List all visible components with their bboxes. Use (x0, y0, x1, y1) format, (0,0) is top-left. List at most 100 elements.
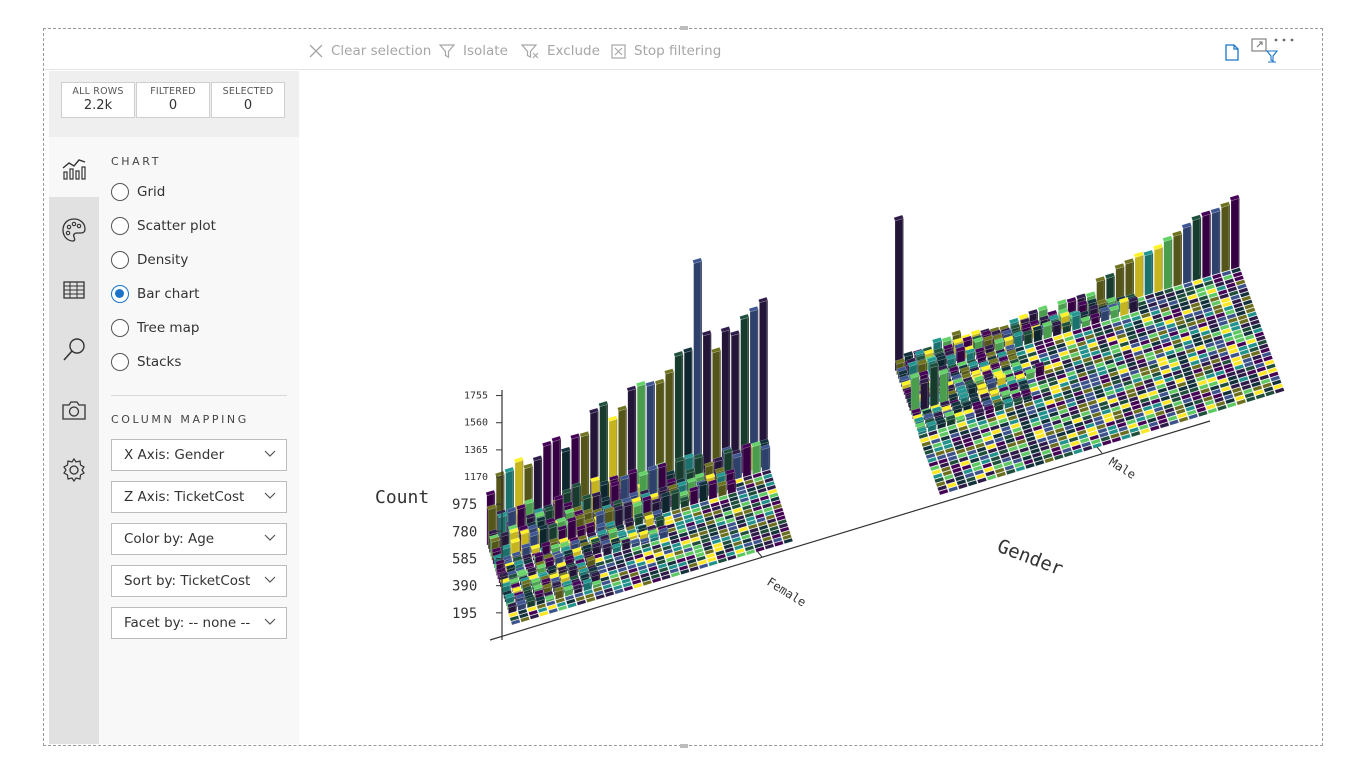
visual-frame: Clear selection Isolate Exclude Stop fil… (43, 26, 1323, 748)
visual-header-icons (1211, 35, 1311, 65)
bar-chart-3d[interactable]: Count Gender Female Male 195 390 585 780 975… (300, 71, 1320, 744)
radio-label: Tree map (137, 320, 200, 336)
close-icon (309, 44, 323, 58)
y-tick-label: 780 (452, 524, 477, 540)
radio-button[interactable] (111, 183, 129, 201)
chart-canvas[interactable]: Count Gender Female Male 195 390 585 780 975… (300, 71, 1320, 744)
y-tick-label: 975 (452, 497, 477, 513)
more-options-icon[interactable] (1273, 36, 1295, 44)
radio-label: Stacks (137, 354, 182, 370)
y-tick-label: 1170 (464, 472, 488, 483)
dropdown-value: Facet by: -- none -- (124, 615, 251, 631)
radio-scatter-plot[interactable]: Scatter plot (111, 215, 216, 237)
male-bar-side (1218, 207, 1221, 273)
selected-label: SELECTED (222, 86, 274, 97)
x-tick (756, 550, 763, 558)
y-tick-label: 1365 (464, 445, 488, 456)
radio-stacks[interactable]: Stacks (111, 351, 181, 373)
female-bar-side (756, 306, 759, 465)
filtered-value: 0 (168, 98, 178, 113)
stop-filtering-button[interactable]: Stop filtering (611, 42, 721, 60)
male-bar-side (1209, 210, 1211, 276)
dropdown-value: Sort by: TicketCost (124, 573, 251, 589)
dropdown-value: Z Axis: TicketCost (124, 489, 245, 505)
filter-indicator-icon[interactable] (1265, 49, 1279, 65)
sidebar-icon-bar (49, 137, 99, 744)
dropdown-value: X Axis: Gender (124, 447, 225, 463)
radio-button[interactable] (111, 251, 129, 269)
y-axis-title: Count (375, 487, 429, 508)
search-icon[interactable] (61, 337, 87, 363)
all-rows-count: ALL ROWS 2.2k (61, 82, 135, 118)
male-bar-side (1180, 230, 1183, 285)
isolate-label: Isolate (463, 43, 508, 59)
z-axis-dropdown[interactable]: Z Axis: TicketCost (111, 481, 287, 513)
male-bar-side (1132, 258, 1135, 299)
facet-by-dropdown[interactable]: Facet by: -- none -- (111, 607, 287, 639)
male-bar-side (1161, 243, 1163, 291)
options-sidebar: ALL ROWS 2.2k FILTERED 0 SELECTED 0 CHAR… (49, 71, 299, 744)
x-axis-dropdown[interactable]: X Axis: Gender (111, 439, 287, 471)
male-bar-side (1151, 249, 1154, 294)
radio-button[interactable] (111, 217, 129, 235)
filter-exclude-icon (521, 44, 539, 59)
color-by-dropdown[interactable]: Color by: Age (111, 523, 287, 555)
gear-icon[interactable] (61, 457, 87, 483)
isolate-button[interactable]: Isolate (439, 42, 508, 60)
section-divider (111, 395, 287, 396)
female-bar-side (766, 297, 768, 462)
page-icon[interactable] (1225, 44, 1239, 61)
radio-density[interactable]: Density (111, 249, 188, 271)
chevron-down-icon (264, 576, 276, 583)
female-bar-side (719, 347, 721, 476)
radio-button[interactable] (111, 319, 129, 337)
chevron-down-icon (264, 534, 276, 541)
male-bar-side (1170, 235, 1173, 288)
y-tick-label: 1755 (464, 391, 488, 402)
filtered-count: FILTERED 0 (136, 82, 210, 118)
male-bar-side (1238, 194, 1240, 267)
exclude-button[interactable]: Exclude (521, 42, 600, 60)
selected-count: SELECTED 0 (211, 82, 285, 118)
resize-handle-bottom[interactable] (680, 744, 688, 748)
row-counts: ALL ROWS 2.2k FILTERED 0 SELECTED 0 (49, 71, 299, 137)
chart-icon[interactable] (61, 155, 87, 181)
male-bar-side (937, 362, 939, 407)
table-icon[interactable] (61, 277, 87, 303)
stop-filtering-label: Stop filtering (634, 43, 722, 59)
sort-by-dropdown[interactable]: Sort by: TicketCost (111, 565, 287, 597)
filtered-label: FILTERED (150, 86, 196, 97)
male-bar-side (902, 214, 904, 369)
male-bar-side (927, 378, 930, 410)
male-bar-side (1228, 201, 1231, 270)
stop-filter-icon (611, 43, 626, 59)
radio-bar-chart[interactable]: Bar chart (111, 283, 199, 305)
radio-label: Grid (137, 184, 166, 200)
selection-toolbar: Clear selection Isolate Exclude Stop fil… (45, 30, 1321, 70)
male-bar-side (1142, 251, 1144, 296)
palette-icon[interactable] (61, 217, 87, 243)
x-category-label: Female (764, 575, 808, 610)
radio-tree-map[interactable]: Tree map (111, 317, 199, 339)
all-rows-label: ALL ROWS (72, 86, 124, 97)
camera-icon[interactable] (61, 397, 87, 423)
column-mapping-title: COLUMN MAPPING (111, 413, 249, 426)
exclude-label: Exclude (547, 43, 600, 59)
female-bar-side (709, 330, 712, 479)
female-bar-side (749, 442, 752, 475)
y-tick-label: 390 (452, 579, 477, 595)
female-bar-side (768, 444, 771, 470)
radio-label: Density (137, 252, 189, 268)
chart-section-title: CHART (111, 155, 162, 168)
radio-label: Scatter plot (137, 218, 216, 234)
male-bar-side (946, 368, 949, 404)
radio-grid[interactable]: Grid (111, 181, 165, 203)
radio-button-selected[interactable] (111, 285, 129, 303)
x-tick (1096, 446, 1103, 454)
radio-button[interactable] (111, 353, 129, 371)
clear-selection-button[interactable]: Clear selection (309, 42, 431, 60)
clear-selection-label: Clear selection (331, 43, 432, 59)
all-rows-value: 2.2k (83, 98, 113, 113)
y-tick-label: 195 (452, 606, 477, 622)
female-bar-side (738, 330, 740, 470)
